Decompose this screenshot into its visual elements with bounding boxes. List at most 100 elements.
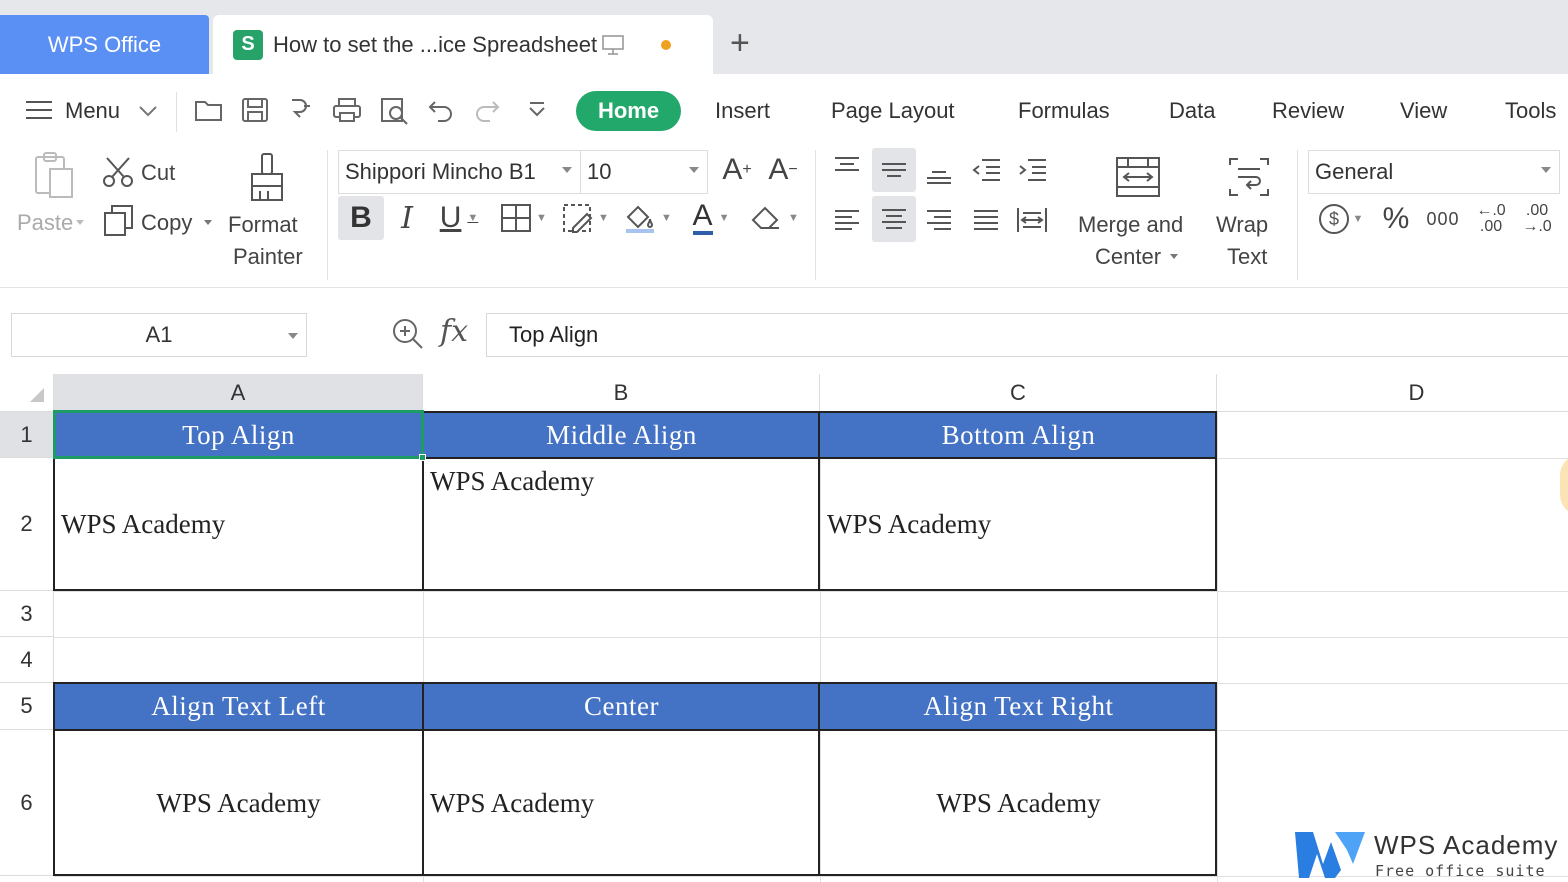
increase-indent-icon[interactable]: [1010, 148, 1054, 192]
cell-border: [54, 874, 1217, 876]
tab-tools[interactable]: Tools: [1505, 98, 1556, 124]
fill-handle[interactable]: [419, 454, 426, 461]
row-header-1[interactable]: 1: [0, 412, 54, 458]
column-header-d[interactable]: D: [1217, 374, 1568, 412]
tab-home[interactable]: Home: [576, 91, 681, 131]
print-icon[interactable]: [330, 96, 364, 128]
print-preview-icon[interactable]: [378, 96, 412, 128]
decrease-indent-icon[interactable]: [964, 148, 1008, 192]
tab-document[interactable]: S How to set the ...ice Spreadsheet: [213, 15, 713, 74]
align-top-icon[interactable]: [826, 148, 868, 188]
column-header-b[interactable]: B: [423, 374, 820, 412]
wrap-text-label-1[interactable]: Wrap: [1216, 212, 1268, 238]
copy-dropdown-icon[interactable]: [204, 220, 212, 225]
borders-icon[interactable]: ▼: [496, 198, 550, 238]
font-name-select[interactable]: Shippori Mincho B1: [338, 150, 581, 194]
format-painter-label-1[interactable]: Format: [228, 212, 298, 238]
column-header-a[interactable]: A: [54, 374, 423, 412]
cell-b6[interactable]: WPS Academy: [423, 730, 820, 876]
row-header-5[interactable]: 5: [0, 683, 54, 730]
paste-button[interactable]: Paste: [17, 210, 73, 236]
tab-review[interactable]: Review: [1272, 98, 1344, 124]
menu-button[interactable]: Menu: [65, 98, 120, 124]
cell-border: [53, 682, 55, 876]
increase-font-size-icon[interactable]: A +: [718, 150, 756, 190]
justify-icon[interactable]: [964, 198, 1008, 242]
fill-color-icon[interactable]: ▼: [620, 198, 674, 238]
currency-icon[interactable]: $ ▼: [1312, 198, 1368, 240]
copy-button[interactable]: Copy: [141, 210, 192, 236]
decrease-decimal-icon[interactable]: .00 →.0: [1516, 198, 1558, 240]
cell-border: [54, 682, 1217, 684]
cell-b2[interactable]: WPS Academy: [423, 458, 820, 591]
row-header-4[interactable]: 4: [0, 637, 54, 683]
new-tab-button[interactable]: +: [730, 26, 750, 60]
cell-c2[interactable]: WPS Academy: [820, 458, 1217, 591]
underline-icon[interactable]: U ▼: [434, 196, 484, 240]
row-header-3[interactable]: 3: [0, 591, 54, 637]
tab-data[interactable]: Data: [1169, 98, 1215, 124]
align-bottom-icon[interactable]: [918, 148, 960, 192]
merge-center-label-1[interactable]: Merge and: [1078, 212, 1183, 238]
cell-a6[interactable]: WPS Academy: [54, 730, 423, 876]
distributed-icon[interactable]: [1010, 198, 1054, 242]
column-header-c[interactable]: C: [820, 374, 1217, 412]
format-painter-label-2[interactable]: Painter: [233, 244, 303, 270]
decrease-font-size-icon[interactable]: A −: [764, 150, 802, 190]
formula-input[interactable]: Top Align: [486, 313, 1568, 357]
export-icon[interactable]: [284, 96, 318, 128]
align-right-icon[interactable]: [918, 198, 960, 242]
cell-a5[interactable]: Align Text Left: [54, 683, 423, 730]
paste-icon[interactable]: [28, 150, 78, 202]
cell-c1[interactable]: Bottom Align: [820, 412, 1217, 458]
italic-icon[interactable]: I: [390, 196, 424, 240]
merge-center-label-2[interactable]: Center: [1095, 244, 1161, 270]
merge-dropdown-icon[interactable]: [1170, 254, 1178, 259]
tab-wps-office[interactable]: WPS Office: [0, 15, 209, 74]
font-size-select[interactable]: 10: [580, 150, 708, 194]
cell-c5[interactable]: Align Text Right: [820, 683, 1217, 730]
paste-dropdown-icon[interactable]: [76, 220, 84, 225]
paintbrush-icon[interactable]: [244, 150, 290, 204]
cut-button[interactable]: Cut: [141, 160, 175, 186]
percent-icon[interactable]: %: [1376, 198, 1416, 240]
open-folder-icon[interactable]: [192, 96, 226, 128]
copy-icon[interactable]: [100, 202, 138, 238]
fx-icon[interactable]: fx: [440, 314, 468, 349]
tab-view[interactable]: View: [1400, 98, 1447, 124]
chevron-down-icon[interactable]: [138, 104, 158, 123]
number-format-select[interactable]: General: [1308, 150, 1560, 194]
wrap-text-label-2[interactable]: Text: [1227, 244, 1267, 270]
cell-b5[interactable]: Center: [423, 683, 820, 730]
bold-icon[interactable]: B: [338, 196, 384, 240]
thousands-separator-icon[interactable]: 000: [1422, 198, 1464, 240]
customize-toolbar-icon[interactable]: [520, 96, 554, 128]
zoom-search-icon[interactable]: [390, 316, 426, 357]
cell-a2[interactable]: WPS Academy: [54, 458, 423, 591]
row-header-6[interactable]: 6: [0, 730, 54, 876]
tab-insert[interactable]: Insert: [715, 98, 770, 124]
increase-decimal-icon[interactable]: ←.0 .00: [1470, 198, 1512, 240]
save-icon[interactable]: [238, 96, 272, 128]
scissors-icon[interactable]: [100, 154, 138, 190]
tab-page-layout[interactable]: Page Layout: [831, 98, 955, 124]
gridline: [54, 637, 1568, 638]
redo-icon[interactable]: [470, 96, 504, 128]
cell-style-icon[interactable]: ▼: [558, 198, 612, 238]
row-header-2[interactable]: 2: [0, 458, 54, 591]
align-center-icon[interactable]: [872, 196, 916, 242]
select-all-corner[interactable]: [0, 374, 54, 412]
cell-c6[interactable]: WPS Academy: [820, 730, 1217, 876]
cell-b1[interactable]: Middle Align: [423, 412, 820, 458]
wrap-text-icon[interactable]: [1224, 152, 1274, 202]
hamburger-icon[interactable]: [24, 98, 54, 127]
cell-border: [54, 729, 1217, 731]
tab-formulas[interactable]: Formulas: [1018, 98, 1110, 124]
align-middle-icon[interactable]: [872, 148, 916, 192]
undo-icon[interactable]: [424, 96, 458, 128]
align-left-icon[interactable]: [826, 198, 868, 242]
eraser-icon[interactable]: ▼: [746, 198, 802, 238]
merge-cells-icon[interactable]: [1112, 152, 1164, 202]
font-color-icon[interactable]: A ▼: [684, 196, 738, 240]
name-box[interactable]: A1: [11, 313, 307, 357]
